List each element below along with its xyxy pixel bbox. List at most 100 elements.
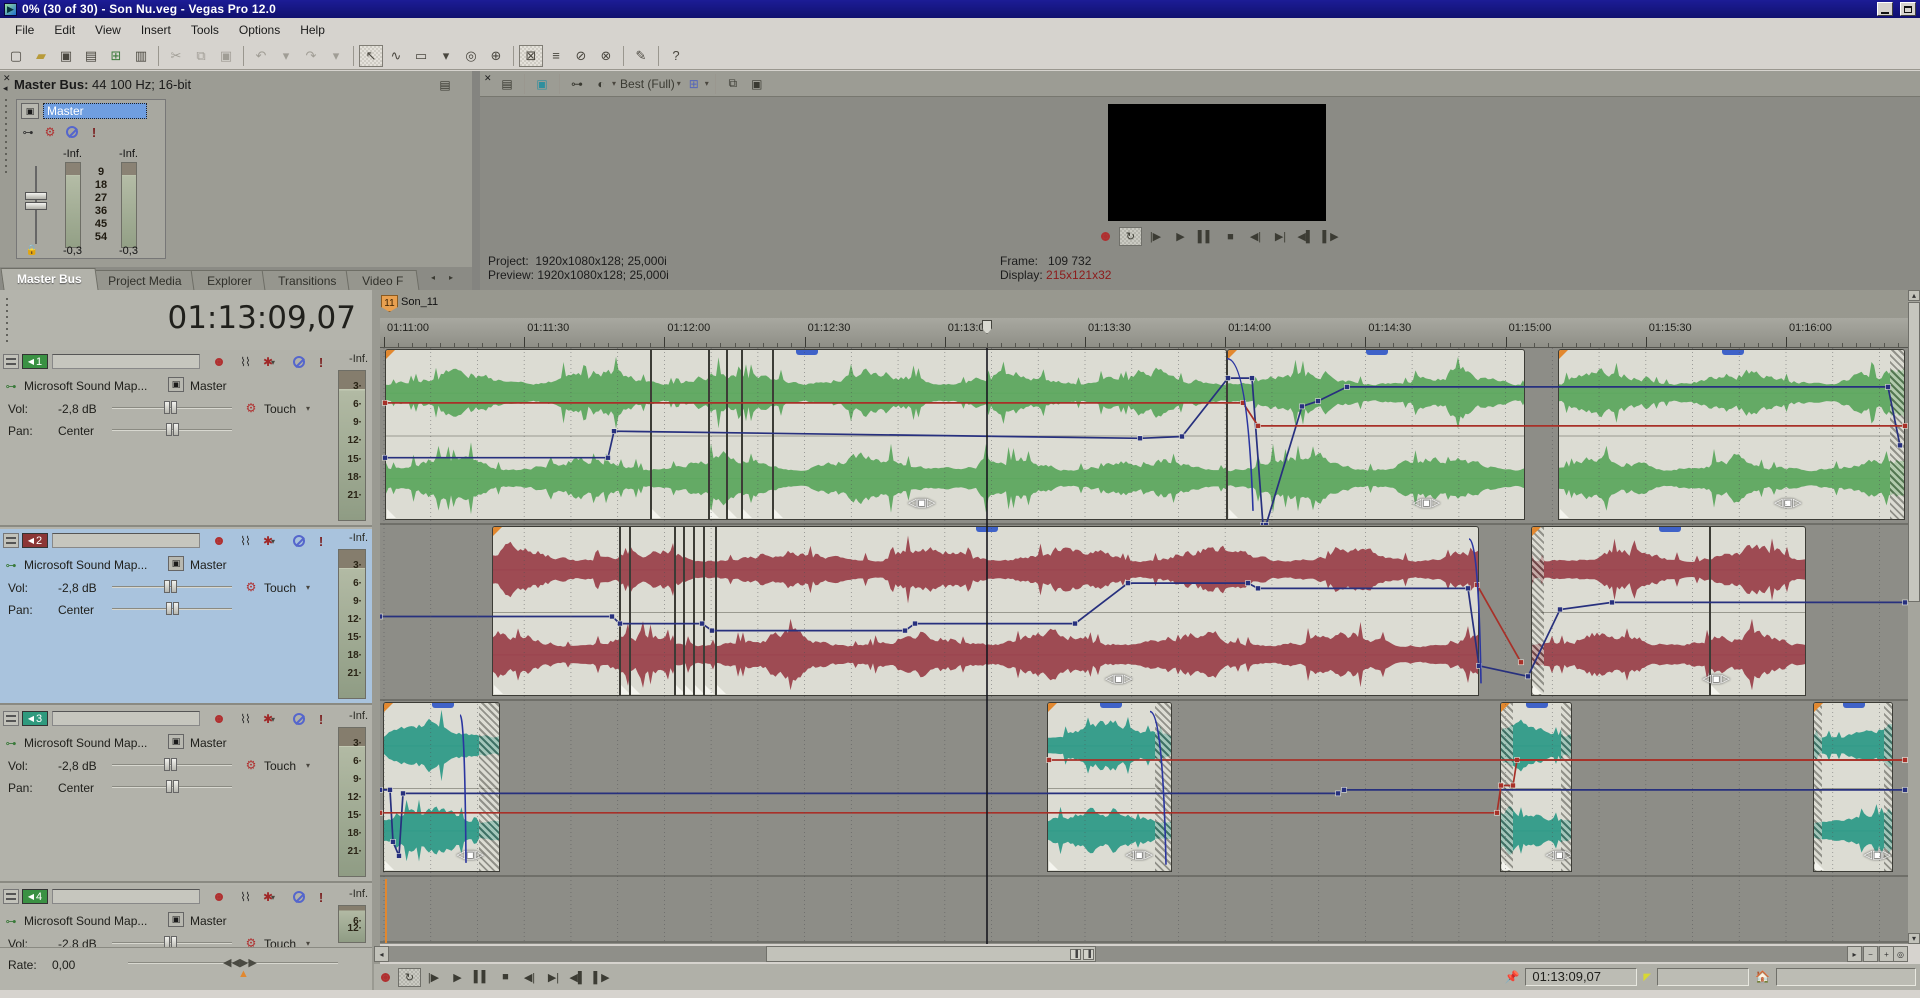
horizontal-scrollbar[interactable]: ◂ ▐ ▐ ▸ − + ◎	[374, 946, 1908, 962]
horizontal-scroll-thumb[interactable]: ▐ ▐	[766, 946, 1096, 962]
record-button[interactable]	[1094, 227, 1117, 246]
project-properties-icon[interactable]: ▤	[79, 45, 103, 67]
save-project-icon[interactable]: ▣	[54, 45, 78, 67]
go-to-end-button[interactable]: ▶|	[1269, 227, 1292, 246]
menu-view[interactable]: View	[86, 20, 130, 40]
track-header-4[interactable]: ◀4⌇⌇✱▾!-Inf.⊶Microsoft Sound Map...▣Mast…	[0, 885, 372, 949]
audio-event[interactable]: ◁▣▷	[1047, 702, 1172, 872]
tab-transitions[interactable]: Transitions	[261, 270, 352, 290]
loop-playback-button[interactable]: ↻	[398, 968, 421, 987]
timeline-track-lane-4[interactable]	[380, 879, 1908, 943]
track-fx-icon[interactable]: ✱▾	[260, 889, 278, 905]
plug-icon[interactable]: ⊶	[19, 124, 37, 140]
zoom-tool-icon[interactable]: ◎	[1893, 946, 1908, 962]
automation-gear-icon[interactable]: ⚙	[242, 579, 260, 595]
automation-dropdown-icon[interactable]: ▾	[306, 939, 310, 948]
track-name-field[interactable]	[52, 533, 200, 548]
envelope-edit-tool-icon[interactable]: ∿	[384, 45, 408, 67]
audio-event[interactable]: ◁▣▷	[1813, 702, 1893, 872]
current-timecode-display[interactable]: 01:13:09,07	[167, 300, 356, 336]
dock-splitter[interactable]	[472, 71, 480, 290]
event-edge-handle[interactable]	[1526, 703, 1548, 708]
timeline-grip[interactable]	[4, 296, 10, 342]
next-frame-button[interactable]: ▌▶	[1319, 227, 1342, 246]
lock-envelopes-icon[interactable]: ⊘	[569, 45, 593, 67]
automation-dropdown-icon[interactable]: ▾	[306, 404, 310, 413]
track-header-3[interactable]: ◀3⌇⌇✱▾!-Inf.⊶Microsoft Sound Map...▣Mast…	[0, 707, 372, 883]
play-button[interactable]: ▶	[1169, 227, 1192, 246]
zoom-edge-left-handle[interactable]: ▐	[1070, 949, 1081, 960]
cut-icon[interactable]: ✂	[164, 45, 188, 67]
audio-event[interactable]: ◁▣▷	[385, 349, 1227, 520]
automation-gear-icon[interactable]: ⚙	[242, 757, 260, 773]
dock-menu-icon[interactable]: ▤	[496, 74, 518, 94]
mute-icon[interactable]	[290, 533, 308, 549]
loop-playback-button[interactable]: ↻	[1119, 227, 1142, 246]
restore-button[interactable]	[1900, 2, 1916, 16]
close-icon[interactable]: ✕	[484, 73, 492, 84]
zoom-edit-tool-icon[interactable]: ◎	[459, 45, 483, 67]
time-ruler[interactable]: 01:11:0001:11:3001:12:0001:12:3001:13:00…	[380, 318, 1908, 348]
track-fx-icon[interactable]: ✱▾	[260, 711, 278, 727]
scroll-up-icon[interactable]: ▴	[1908, 290, 1920, 301]
tab-video-f[interactable]: Video F	[346, 270, 420, 290]
master-mode-button[interactable]: ▣	[21, 103, 39, 119]
record-arm-icon[interactable]	[210, 533, 228, 549]
automation-dropdown-icon[interactable]: ▾	[306, 583, 310, 592]
selection-start-field[interactable]	[1657, 968, 1749, 986]
menu-tools[interactable]: Tools	[182, 20, 228, 40]
bus-button[interactable]: ▣	[168, 734, 184, 749]
track-envelope-icon[interactable]: ⌇⌇	[236, 889, 254, 905]
volume-slider[interactable]	[112, 758, 232, 772]
interactive-tutorials-icon[interactable]: ✎	[629, 45, 653, 67]
track-header-1[interactable]: ◀1⌇⌇✱▾!-Inf.⊶Microsoft Sound Map...▣Mast…	[0, 350, 372, 527]
master-fader-handle[interactable]	[25, 192, 47, 210]
render-as-icon[interactable]: ▥	[129, 45, 153, 67]
marker-triangle-icon[interactable]: ◤	[1643, 972, 1651, 983]
mute-icon[interactable]	[290, 889, 308, 905]
mute-icon[interactable]	[290, 711, 308, 727]
track-fx-icon[interactable]: ✱▾	[260, 533, 278, 549]
play-button[interactable]: ▶	[446, 968, 469, 987]
tab-master-bus[interactable]: Master Bus	[0, 268, 98, 290]
zoom-in-icon[interactable]: +	[1879, 946, 1894, 962]
panel-grip[interactable]	[3, 97, 9, 177]
record-arm-icon[interactable]	[210, 889, 228, 905]
master-name-field[interactable]: Master	[43, 103, 147, 119]
go-to-end-button[interactable]: ▶|	[542, 968, 565, 987]
marker-bar[interactable]: 11Son_11	[380, 290, 1908, 318]
window-menu-icon[interactable]: ▤	[434, 75, 456, 95]
preview-quality-dropdown[interactable]: Best (Full)	[618, 74, 677, 94]
minimize-button[interactable]	[1877, 2, 1893, 16]
audio-event[interactable]: ◁▣▷	[1500, 702, 1572, 872]
pause-button[interactable]: ▌▌	[1194, 227, 1217, 246]
collapse-track-icon[interactable]	[3, 889, 19, 904]
pause-button[interactable]: ▌▌	[470, 968, 493, 987]
track-name-field[interactable]	[52, 354, 200, 369]
event-gain-icon[interactable]: ◁▣▷	[1105, 673, 1127, 685]
menu-insert[interactable]: Insert	[132, 20, 180, 40]
volume-slider[interactable]	[112, 401, 232, 415]
chain-icon[interactable]: ⊶	[2, 557, 20, 573]
stop-button[interactable]: ■	[494, 968, 517, 987]
track-fx-icon[interactable]: ✱▾	[260, 354, 278, 370]
rate-slider[interactable]: ◀◀▶▶	[128, 956, 338, 970]
audio-event[interactable]: ◁▣▷	[1227, 349, 1525, 520]
timeline-tracks-area[interactable]: ◁▣▷◁▣▷◁▣▷◁▣▷◁▣▷◁▣▷◁▣▷◁▣▷◁▣▷	[380, 348, 1908, 944]
scroll-right-icon[interactable]: ▸	[1847, 946, 1862, 962]
track-name-field[interactable]	[52, 711, 200, 726]
solo-icon[interactable]: !	[85, 124, 103, 140]
timeline-track-lane-2[interactable]: ◁▣▷◁▣▷	[380, 525, 1908, 701]
go-to-start-button[interactable]: ◀|	[518, 968, 541, 987]
menu-edit[interactable]: Edit	[45, 20, 84, 40]
event-gain-icon[interactable]: ◁▣▷	[908, 497, 930, 509]
menu-help[interactable]: Help	[291, 20, 334, 40]
split-screen-icon[interactable]: ◐	[590, 74, 612, 94]
external-monitor-icon[interactable]: ▣	[531, 74, 553, 94]
undo-dropdown-icon[interactable]: ▾	[274, 45, 298, 67]
play-from-start-button[interactable]: |▶	[422, 968, 445, 987]
automation-gear-icon[interactable]: ⚙	[242, 400, 260, 416]
paste-icon[interactable]: ▣	[214, 45, 238, 67]
selection-length-field[interactable]	[1776, 968, 1916, 986]
home-icon[interactable]: 🏠	[1755, 970, 1770, 984]
